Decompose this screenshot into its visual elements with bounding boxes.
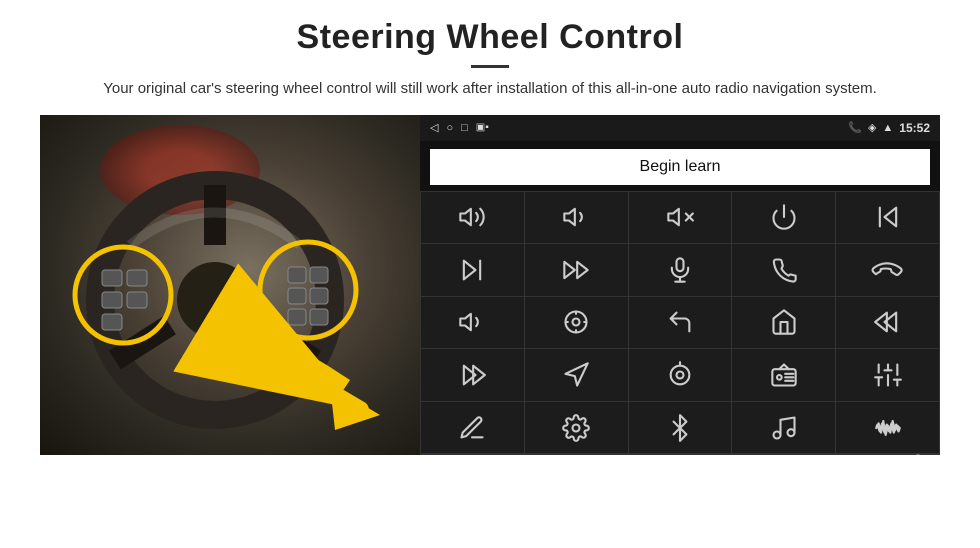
bluetooth-button[interactable] bbox=[629, 402, 732, 454]
status-left: ◁ ○ □ ▣▪ bbox=[430, 121, 489, 134]
navigate-button[interactable] bbox=[525, 349, 628, 401]
status-bar: ◁ ○ □ ▣▪ 📞 ◈ ▲ 15:52 bbox=[420, 115, 940, 141]
skip-forward2-button[interactable] bbox=[421, 349, 524, 401]
wifi-status-icon: ▲ bbox=[882, 122, 893, 134]
title-divider bbox=[471, 65, 509, 68]
equalizer-button[interactable] bbox=[836, 349, 939, 401]
back-button[interactable] bbox=[629, 297, 732, 349]
skip-back-button[interactable] bbox=[836, 297, 939, 349]
title-section: Steering Wheel Control Your original car… bbox=[40, 18, 940, 115]
360-cam-button[interactable] bbox=[525, 297, 628, 349]
page-container: Steering Wheel Control Your original car… bbox=[0, 0, 980, 548]
hang-up-button[interactable] bbox=[836, 244, 939, 296]
voice-button[interactable] bbox=[421, 402, 524, 454]
status-right: 📞 ◈ ▲ 15:52 bbox=[848, 121, 930, 135]
android-screen: ◁ ○ □ ▣▪ 📞 ◈ ▲ 15:52 Begin learn bbox=[420, 115, 940, 455]
speaker-button[interactable] bbox=[421, 297, 524, 349]
eject-button[interactable] bbox=[629, 349, 732, 401]
back-icon[interactable]: ◁ bbox=[430, 121, 438, 134]
next-track-button[interactable] bbox=[421, 244, 524, 296]
steering-wheel-svg bbox=[40, 115, 420, 455]
power-button[interactable] bbox=[732, 192, 835, 244]
gear-icon[interactable] bbox=[904, 454, 932, 455]
steering-wheel-photo bbox=[40, 115, 420, 455]
home-icon[interactable]: ○ bbox=[446, 122, 453, 134]
status-time: 15:52 bbox=[899, 121, 930, 135]
settings-circle-button[interactable] bbox=[525, 402, 628, 454]
begin-learn-row: Begin learn bbox=[420, 141, 940, 191]
begin-learn-button[interactable]: Begin learn bbox=[430, 149, 930, 185]
subtitle: Your original car's steering wheel contr… bbox=[100, 78, 880, 101]
mute-button[interactable] bbox=[629, 192, 732, 244]
prev-track-button[interactable] bbox=[836, 192, 939, 244]
phone-button[interactable] bbox=[732, 244, 835, 296]
location-status-icon: ◈ bbox=[868, 121, 876, 134]
music-button[interactable] bbox=[732, 402, 835, 454]
signal-icon: ▣▪ bbox=[476, 122, 489, 133]
fast-forward-button[interactable] bbox=[525, 244, 628, 296]
content-row: ◁ ○ □ ▣▪ 📞 ◈ ▲ 15:52 Begin learn bbox=[40, 115, 940, 455]
vol-up-button[interactable] bbox=[421, 192, 524, 244]
radio-button[interactable] bbox=[732, 349, 835, 401]
overview-icon[interactable]: □ bbox=[461, 122, 468, 134]
vol-down-button[interactable] bbox=[525, 192, 628, 244]
phone-status-icon: 📞 bbox=[848, 121, 862, 134]
icon-grid bbox=[420, 191, 940, 455]
home-button[interactable] bbox=[732, 297, 835, 349]
page-title: Steering Wheel Control bbox=[40, 18, 940, 57]
microphone-button[interactable] bbox=[629, 244, 732, 296]
waveform-button[interactable] bbox=[836, 402, 939, 454]
